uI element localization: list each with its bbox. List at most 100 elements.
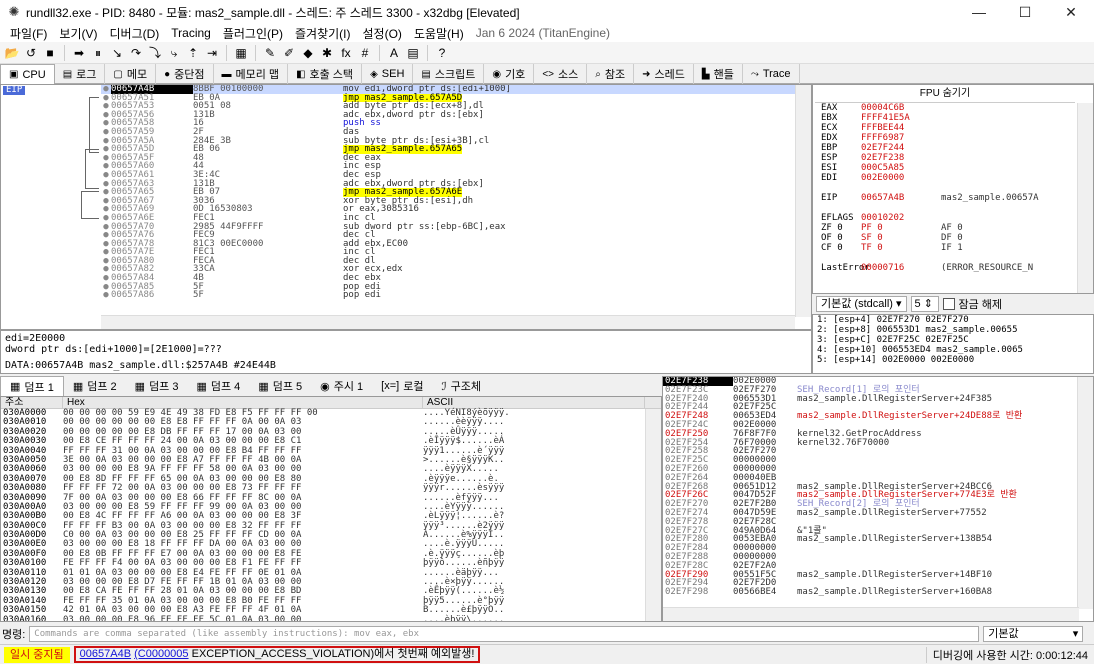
- register-value[interactable]: 00010202: [861, 213, 941, 223]
- menu-item[interactable]: 보기(V): [53, 25, 103, 42]
- command-mode-select[interactable]: 기본값 ▾: [983, 626, 1084, 642]
- dump-pane[interactable]: 주소 Hex ASCII 030A0000 00 00 00 00 59 E9 4…: [0, 396, 662, 622]
- disasm-row[interactable]: ● 00657A5F 48 dec eax: [101, 153, 795, 163]
- argument-count-spinner[interactable]: 5 ⇕: [910, 296, 939, 312]
- disasm-row[interactable]: ● 00657A5D EB 06 jmp mas2_sample.657A65: [101, 145, 795, 154]
- stack-vertical-scrollbar[interactable]: [1077, 377, 1093, 609]
- tab-item[interactable]: ◧ 호출 스택: [288, 64, 363, 84]
- register-row[interactable]: [813, 203, 1093, 213]
- menu-item[interactable]: 플러그인(P): [217, 25, 289, 42]
- stack-row[interactable]: 02E7F258 02E7F270: [663, 447, 1093, 456]
- register-row[interactable]: [813, 183, 1093, 193]
- registers-pane[interactable]: FPU 숨기기 EAX 00004C6B EBX FFFF41E5A ECX FFFBEE…: [812, 84, 1094, 294]
- dump-tab[interactable]: ▦ 덤프 3: [126, 376, 188, 396]
- disassembly-horizontal-scrollbar[interactable]: [101, 315, 795, 329]
- arguments-pane[interactable]: 1: [esp+4] 02E7F270 02E7F270 2: [esp+8] 0…: [812, 314, 1094, 374]
- stack-row[interactable]: 02E7F298 00566BE4 mas2_sample.DllRegisterS…: [663, 588, 1093, 597]
- register-value[interactable]: 00657A4B: [861, 193, 941, 203]
- register-row[interactable]: ESI 000C5A85: [813, 163, 1093, 173]
- menu-item[interactable]: 디버그(D): [103, 25, 165, 42]
- argument-row[interactable]: 2: [esp+8] 006553D1 mas2_sample.00655: [813, 325, 1093, 335]
- tab-item[interactable]: ⌕ 참조: [587, 64, 635, 84]
- help-icon[interactable]: ?: [434, 45, 450, 61]
- lock-checkbox[interactable]: [942, 298, 955, 310]
- column-address[interactable]: 주소: [1, 397, 63, 408]
- register-row[interactable]: [813, 253, 1093, 263]
- registers-scrollbar[interactable]: [1077, 103, 1093, 293]
- menu-item[interactable]: 도움말(H): [408, 25, 470, 42]
- register-row[interactable]: ECX FFFBEE44: [813, 123, 1093, 133]
- bookmark-icon[interactable]: ✱: [319, 45, 335, 61]
- font-icon[interactable]: A: [386, 45, 402, 61]
- dump-row[interactable]: 030A0160 03 00 00 00 E8 96 FE FF FF 5C 01…: [1, 615, 661, 621]
- column-ascii[interactable]: ASCII: [423, 397, 645, 408]
- tab-item[interactable]: <> 소스: [534, 64, 588, 84]
- restart-icon[interactable]: ↺: [23, 45, 39, 61]
- stack-row[interactable]: 02E7F288 00000000: [663, 553, 1093, 562]
- dump-tab[interactable]: ▦ 덤프 4: [187, 376, 249, 396]
- tab-item[interactable]: ▢ 메모: [105, 64, 157, 84]
- register-row[interactable]: EFLAGS 00010202: [813, 213, 1093, 223]
- register-value[interactable]: [861, 183, 941, 193]
- register-value[interactable]: FFFBEE44: [861, 123, 941, 133]
- menu-item[interactable]: 설정(O): [357, 25, 408, 42]
- pause-icon[interactable]: ⏸: [90, 45, 106, 61]
- disasm-row[interactable]: ● 00657A85 5F pop edi: [101, 282, 795, 292]
- menu-item[interactable]: Tracing: [165, 26, 217, 40]
- calling-convention-select[interactable]: 기본값 (stdcall) ▾: [816, 296, 907, 312]
- dump-tab[interactable]: ▦ 덤프 2: [64, 376, 126, 396]
- hash-icon[interactable]: #: [357, 45, 373, 61]
- register-row[interactable]: OF 0 SF 0 DF 0: [813, 233, 1093, 243]
- stack-row[interactable]: 02E7F25C 00000000: [663, 456, 1093, 465]
- register-value[interactable]: PF 0: [861, 223, 941, 233]
- column-hex[interactable]: Hex: [63, 397, 423, 408]
- stack-row[interactable]: 02E7F278 02E7F28C: [663, 517, 1093, 527]
- register-value[interactable]: 000C5A85: [861, 163, 941, 173]
- stack-row[interactable]: 02E7F280 0053EBA0 mas2_sample.DllRegisterS…: [663, 535, 1093, 544]
- minimize-button[interactable]: —: [956, 0, 1002, 24]
- menu-item[interactable]: 즐겨찾기(I): [289, 25, 357, 42]
- label-icon[interactable]: ◆: [300, 45, 316, 61]
- dump-tab[interactable]: ▦ 덤프 5: [249, 376, 311, 396]
- register-value[interactable]: [861, 253, 941, 263]
- step-over-icon[interactable]: ↷: [128, 45, 144, 61]
- tab-item[interactable]: ● 중단점: [156, 64, 214, 84]
- menu-item[interactable]: 파일(F): [4, 25, 53, 42]
- register-row[interactable]: ESP 02E7F238: [813, 153, 1093, 163]
- register-value[interactable]: 02E7F238: [861, 153, 941, 163]
- trace-into-icon[interactable]: ⤵: [147, 45, 163, 61]
- tab-item[interactable]: ▤ 로그: [55, 64, 106, 84]
- run-icon[interactable]: ➡: [71, 45, 87, 61]
- disasm-row[interactable]: ● 00657A58 16 push ss: [101, 119, 795, 128]
- trace-over-icon[interactable]: ⤷: [166, 45, 182, 61]
- patch-icon[interactable]: ✎: [262, 45, 278, 61]
- stack-row[interactable]: 02E7F284 00000000: [663, 544, 1093, 553]
- dump-tab[interactable]: ℐ 구조체: [432, 376, 490, 396]
- dump-tab[interactable]: ▦ 덤프 1: [0, 376, 64, 396]
- tab-item[interactable]: ▬ 메모리 맵: [214, 64, 289, 84]
- tab-cpu[interactable]: ▣ CPU: [0, 64, 55, 84]
- disasm-row[interactable]: ● 00657A86 5F pop edi: [101, 291, 795, 300]
- tab-item[interactable]: ➜ 스레드: [634, 64, 694, 84]
- disasm-row[interactable]: ● 00657A84 4B dec ebx: [101, 274, 795, 283]
- register-value[interactable]: 00000716: [861, 263, 941, 273]
- register-row[interactable]: ZF 0 PF 0 AF 0: [813, 223, 1093, 233]
- stack-row[interactable]: 02E7F274 0047D59E mas2_sample.DllRegisterS…: [663, 509, 1093, 518]
- register-row[interactable]: CF 0 TF 0 IF 1: [813, 243, 1093, 253]
- dump-tab[interactable]: ◉ 주시 1: [311, 376, 372, 396]
- register-row[interactable]: EIP 00657A4B mas2_sample.00657A: [813, 193, 1093, 203]
- register-row[interactable]: EBP 02E7F244: [813, 143, 1093, 153]
- stack-row[interactable]: 02E7F240 006553D1 mas2_sample.DllRegisterS…: [663, 394, 1093, 404]
- exception-address-link[interactable]: 00657A4B: [80, 648, 131, 660]
- disasm-row[interactable]: ● 00657A56 131B adc ebx,dword ptr ds:[ebx]: [101, 110, 795, 120]
- calculator-icon[interactable]: ▤: [405, 45, 421, 61]
- disasm-row[interactable]: ● 00657A82 33CA xor ecx,edx: [101, 265, 795, 274]
- fpu-toggle-button[interactable]: FPU 숨기기: [815, 85, 1075, 103]
- stack-row[interactable]: 02E7F290 00551F5C mas2_sample.DllRegisterS…: [663, 570, 1093, 580]
- stack-horizontal-scrollbar[interactable]: [663, 607, 1079, 621]
- execute-till-return-icon[interactable]: ⇡: [185, 45, 201, 61]
- register-value[interactable]: [861, 203, 941, 213]
- command-input[interactable]: Commands are comma separated (like assem…: [29, 626, 980, 642]
- stack-row[interactable]: 02E7F248 00653ED4 mas2_sample.DllRegisterS…: [663, 412, 1093, 421]
- register-row[interactable]: EAX 00004C6B: [813, 103, 1093, 113]
